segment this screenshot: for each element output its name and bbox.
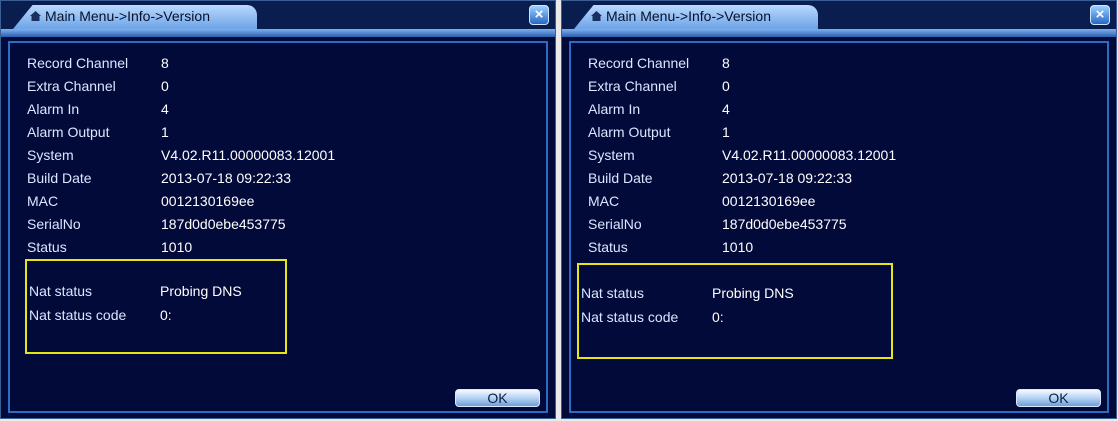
title-bar: Main Menu->Info->Version ×	[562, 1, 1116, 37]
nat-status-box: Nat status Probing DNS Nat status code 0:	[25, 259, 287, 354]
window-title: Main Menu->Info->Version	[606, 8, 771, 24]
screen: Main Menu->Info->Version × Record Channe…	[0, 0, 1118, 421]
version-panel: Record Channel 8 Extra Channel 0 Alarm In 4…	[569, 41, 1109, 413]
close-icon[interactable]: ×	[1090, 5, 1110, 25]
window-title: Main Menu->Info->Version	[45, 8, 210, 24]
title-bar: Main Menu->Info->Version ×	[1, 1, 555, 37]
home-icon	[29, 9, 42, 22]
version-window-left: Main Menu->Info->Version × Record Channe…	[0, 0, 556, 419]
nat-status-box: Nat status Probing DNS Nat status code 0:	[577, 263, 893, 359]
version-window-right: Main Menu->Info->Version × Record Channe…	[561, 0, 1117, 419]
version-panel: Record Channel 8 Extra Channel 0 Alarm In 4…	[8, 41, 548, 413]
ok-button[interactable]: OK	[455, 389, 540, 407]
ok-button[interactable]: OK	[1016, 389, 1101, 407]
close-icon[interactable]: ×	[529, 5, 549, 25]
home-icon	[590, 9, 603, 22]
